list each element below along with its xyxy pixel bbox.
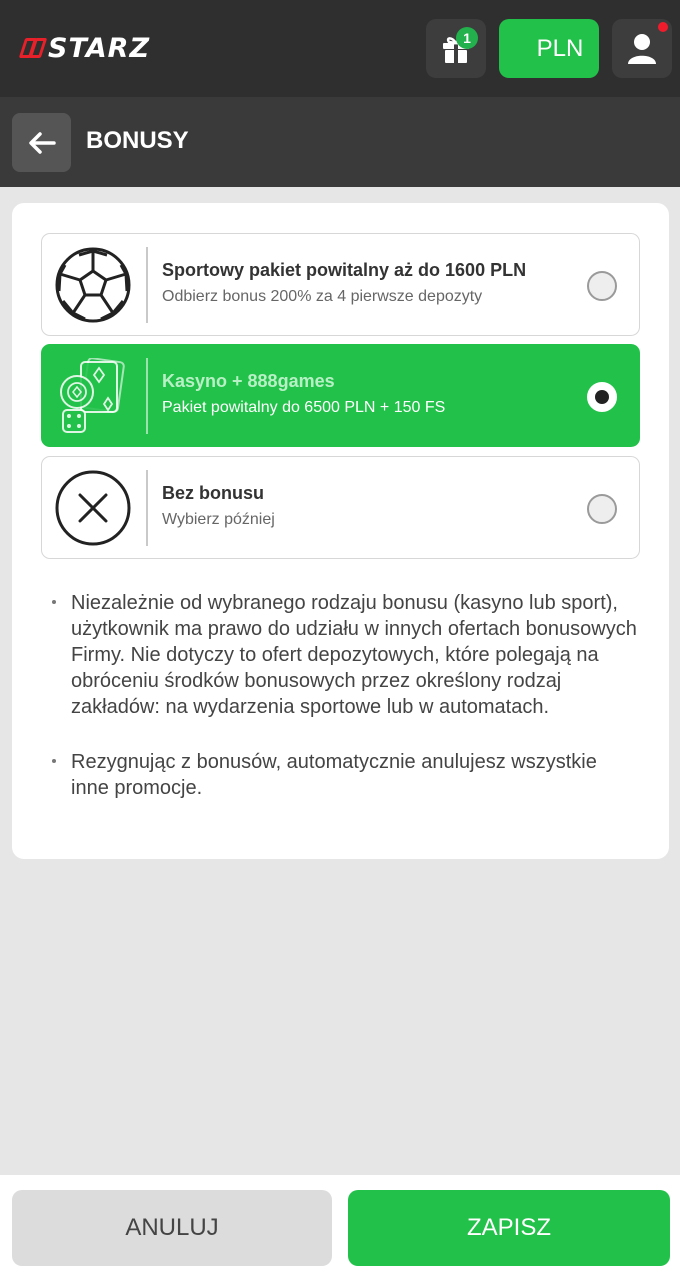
note-text: Rezygnując z bonusów, automatycznie anul… [71, 751, 597, 799]
footer-actions: ANULUJ ZAPISZ [0, 1175, 680, 1280]
user-icon [628, 33, 656, 64]
option-subtitle: Odbierz bonus 200% za 4 pierwsze depozyt… [162, 288, 483, 305]
radio-button[interactable] [587, 271, 617, 301]
currency-button[interactable]: PLN [499, 19, 599, 78]
option-divider [146, 358, 148, 434]
option-subtitle: Pakiet powitalny do 6500 PLN + 150 FS [162, 399, 446, 416]
option-divider [146, 470, 148, 546]
page-header: BONUSY [0, 97, 680, 187]
option-title: Kasyno + 888games [162, 371, 335, 391]
bonus-option-casino[interactable]: Kasyno + 888games Pakiet powitalny do 65… [41, 344, 640, 447]
bonus-option-none[interactable]: Bez bonusu Wybierz później [41, 456, 640, 559]
notification-dot [658, 22, 668, 32]
back-button[interactable] [12, 113, 71, 172]
note-text: Niezależnie od wybranego rodzaju bonusu … [71, 592, 637, 718]
circle-x-icon [54, 469, 132, 547]
bullet-icon [52, 600, 56, 604]
casino-cards-chip-dice-icon [54, 357, 132, 435]
save-button[interactable]: ZAPISZ [348, 1190, 670, 1266]
logo-text: STARZ [48, 32, 151, 64]
option-subtitle: Wybierz później [162, 511, 275, 528]
bonus-option-sport[interactable]: Sportowy pakiet powitalny aż do 1600 PLN… [41, 233, 640, 336]
bullet-icon [52, 759, 56, 763]
gift-count-badge: 1 [456, 27, 478, 49]
option-title: Bez bonusu [162, 483, 264, 503]
radio-button-selected[interactable] [587, 382, 617, 412]
option-title: Sportowy pakiet powitalny aż do 1600 PLN [162, 260, 527, 280]
bonus-notes: Niezależnie od wybranego rodzaju bonusu … [50, 590, 640, 830]
note-item: Rezygnując z bonusów, automatycznie anul… [50, 749, 640, 801]
soccer-ball-icon [54, 246, 132, 324]
option-divider [146, 247, 148, 323]
logo-mark-icon [18, 38, 48, 58]
logo[interactable]: STARZ [18, 30, 151, 66]
note-item: Niezależnie od wybranego rodzaju bonusu … [50, 590, 640, 720]
page-title: BONUSY [86, 127, 189, 154]
top-bar: STARZ 1 PLN [0, 0, 680, 97]
arrow-left-icon [28, 131, 56, 154]
user-account-button[interactable] [612, 19, 672, 78]
cancel-button[interactable]: ANULUJ [12, 1190, 332, 1266]
bonus-card: Sportowy pakiet powitalny aż do 1600 PLN… [12, 203, 669, 859]
radio-button[interactable] [587, 494, 617, 524]
gift-button[interactable]: 1 [426, 19, 486, 78]
